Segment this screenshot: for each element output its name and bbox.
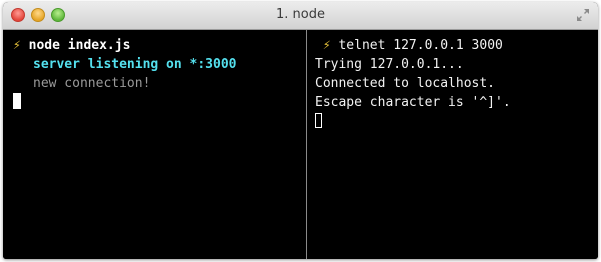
output-line: new connection! — [33, 76, 151, 91]
left-pane[interactable]: ⚡ node index.js server listening on *:30… — [3, 30, 306, 259]
output-line: server listening on *:3000 — [33, 57, 237, 72]
output-line: Trying 127.0.0.1... — [315, 57, 464, 72]
command-line: ⚡ telnet 127.0.0.1 3000 — [315, 36, 598, 55]
pane-divider[interactable] — [306, 30, 307, 259]
command-text: node index.js — [28, 38, 131, 53]
command-text: telnet 127.0.0.1 3000 — [338, 38, 503, 53]
output-line: Escape character is '^]'. — [315, 95, 511, 110]
output-line: Connected to localhost. — [315, 76, 496, 91]
prompt-bolt-icon: ⚡ — [13, 38, 21, 53]
terminal-window: 1. node ⚡ node index.js server listening… — [3, 2, 598, 259]
title-bar[interactable]: 1. node — [3, 2, 598, 30]
fullscreen-icon[interactable] — [576, 8, 590, 22]
right-pane[interactable]: ⚡ telnet 127.0.0.1 3000 Trying 127.0.0.1… — [308, 30, 598, 259]
cursor-line — [13, 93, 306, 112]
text-cursor — [13, 93, 21, 109]
text-cursor — [315, 113, 322, 128]
command-line: ⚡ node index.js — [13, 36, 306, 55]
window-title: 1. node — [276, 7, 325, 22]
prompt-bolt-icon: ⚡ — [322, 38, 331, 53]
terminal-panes: ⚡ node index.js server listening on *:30… — [3, 30, 598, 259]
cursor-line — [315, 112, 598, 131]
